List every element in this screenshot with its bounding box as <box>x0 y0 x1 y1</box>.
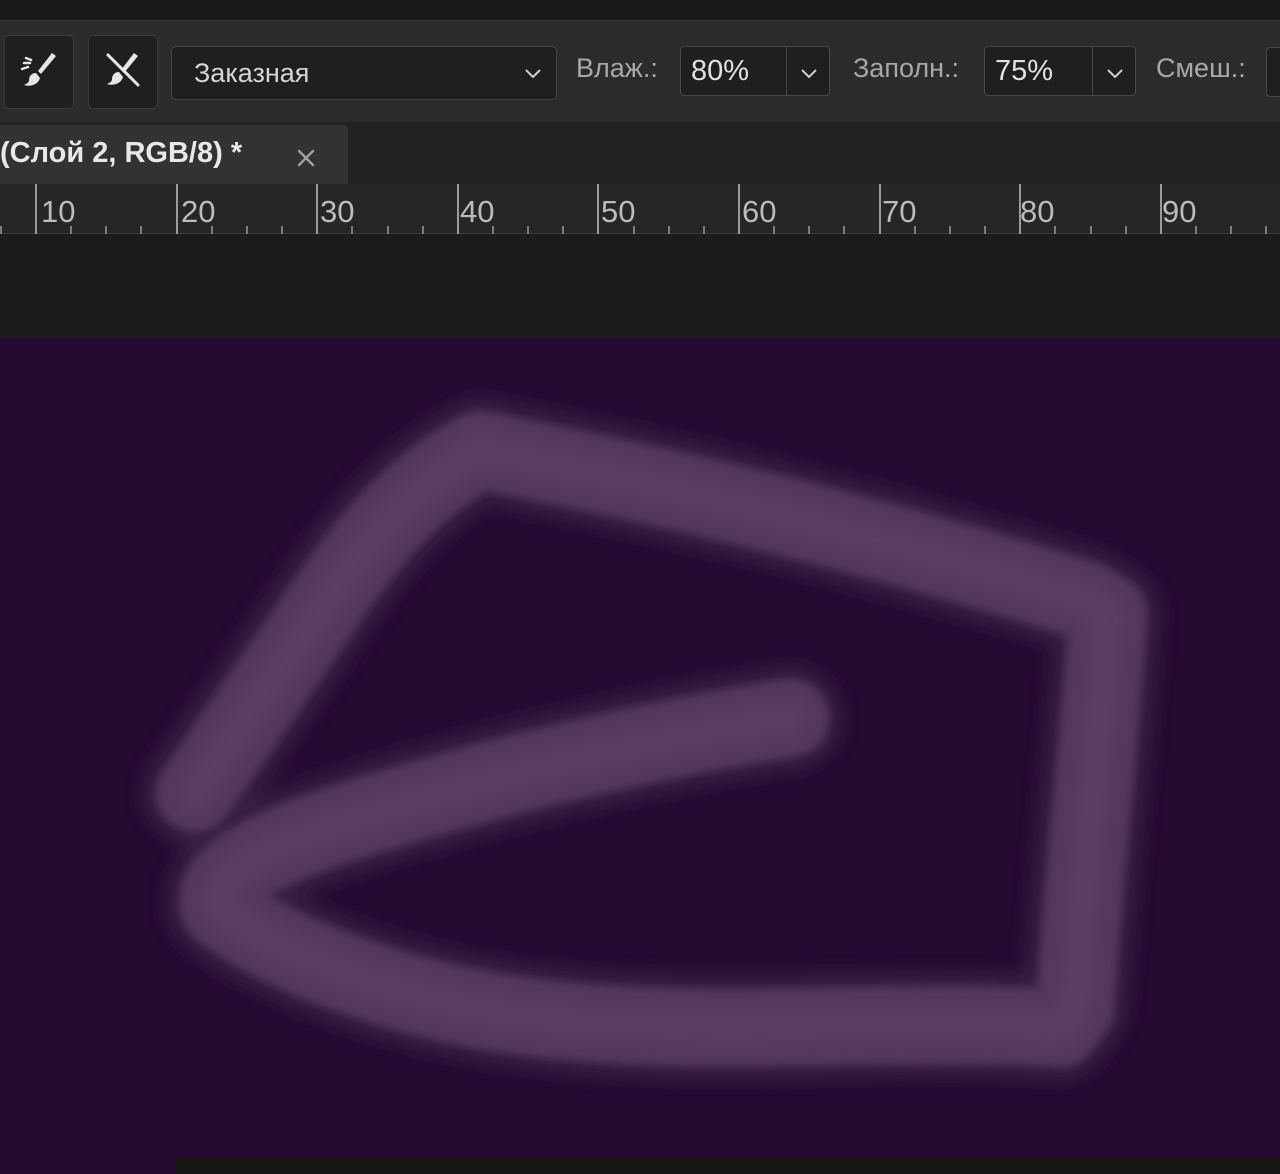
ruler-label: 80 <box>1020 194 1055 229</box>
wet-label: Влаж.: <box>576 53 658 83</box>
document-tab[interactable]: (Слой 2, RGB/8) * <box>0 125 348 184</box>
brush-preset-value: Заказная <box>194 58 310 88</box>
horizontal-ruler[interactable]: 10 20 30 40 50 60 70 80 90 <box>0 184 1280 234</box>
load-label: Заполн.: <box>853 53 960 83</box>
chevron-down-icon[interactable] <box>1106 66 1124 80</box>
close-icon[interactable] <box>294 146 318 170</box>
load-field[interactable]: 75% <box>984 46 1136 96</box>
brush-stroke-drawing <box>143 398 1160 1080</box>
ruler-label: 60 <box>742 194 777 229</box>
load-value: 75% <box>995 55 1054 87</box>
clean-brush-button[interactable] <box>88 35 158 109</box>
ruler-label: 20 <box>181 194 216 229</box>
clean-brush-after-stroke-icon <box>100 47 146 98</box>
document-canvas[interactable] <box>0 338 1280 1174</box>
ruler-label: 30 <box>320 194 355 229</box>
ruler-label: 70 <box>882 194 917 229</box>
application-top-strip <box>0 0 1280 20</box>
wet-value: 80% <box>691 55 750 87</box>
sample-all-layers-brush-icon <box>16 47 62 98</box>
wet-field[interactable]: 80% <box>680 46 830 96</box>
horizontal-scrollbar[interactable] <box>176 1158 1280 1174</box>
document-tab-bar: (Слой 2, RGB/8) * <box>0 122 1280 184</box>
sample-all-layers-brush-button[interactable] <box>4 35 74 109</box>
brush-stroke <box>143 398 1160 1080</box>
brush-preset-dropdown[interactable]: Заказная <box>171 46 557 100</box>
tool-options-bar: Заказная Влаж.: 80% Заполн.: 75% Смеш.: <box>0 20 1280 122</box>
ruler-label: 10 <box>41 194 76 229</box>
mix-field[interactable] <box>1266 47 1280 97</box>
ruler-label: 40 <box>460 194 495 229</box>
ruler-label: 50 <box>601 194 636 229</box>
chevron-down-icon <box>525 69 541 79</box>
chevron-down-icon[interactable] <box>800 66 818 80</box>
ruler-label: 90 <box>1162 194 1197 229</box>
pasteboard <box>0 234 1280 338</box>
document-tab-title: (Слой 2, RGB/8) * <box>0 137 243 169</box>
mix-label: Смеш.: <box>1156 53 1246 83</box>
